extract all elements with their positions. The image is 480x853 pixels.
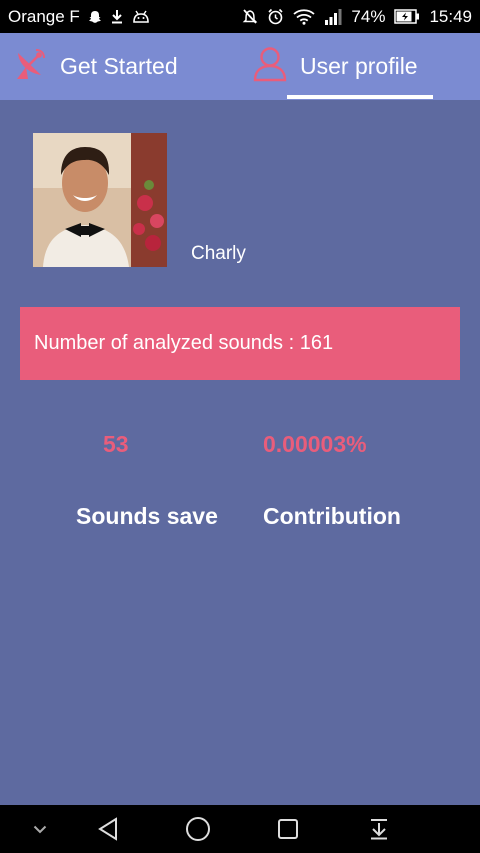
user-icon	[252, 46, 300, 88]
android-icon	[132, 10, 150, 24]
battery-percent: 74%	[351, 6, 386, 26]
tab-bar: Get Started User profile	[0, 33, 480, 100]
battery-icon	[394, 9, 420, 24]
analyzed-sounds-banner: Number of analyzed sounds : 161	[20, 307, 460, 380]
alarm-icon	[267, 8, 284, 25]
clock: 15:49	[429, 6, 472, 26]
tab-user-profile[interactable]: User profile	[252, 33, 418, 100]
wifi-icon	[293, 8, 316, 25]
tab-get-started[interactable]: Get Started	[14, 33, 178, 100]
hide-keyboard-icon[interactable]	[22, 805, 58, 853]
download-icon	[110, 9, 124, 24]
analyzed-sounds-text: Number of analyzed sounds : 161	[34, 332, 334, 354]
notifications-pull-icon[interactable]	[358, 805, 400, 853]
satellite-dish-icon	[14, 47, 60, 87]
sounds-saved-value: 53	[103, 431, 129, 457]
tab-get-started-label: Get Started	[60, 53, 178, 79]
back-icon[interactable]	[88, 805, 128, 853]
tab-user-profile-label: User profile	[300, 53, 418, 79]
active-tab-indicator	[287, 95, 433, 99]
contribution-value: 0.00003%	[263, 431, 367, 457]
status-bar: Orange F 74% 15:49	[0, 0, 480, 33]
snapchat-icon	[88, 10, 102, 24]
contribution-label: Contribution	[263, 503, 401, 529]
user-name: Charly	[191, 243, 246, 264]
home-icon[interactable]	[176, 805, 220, 853]
signal-icon	[324, 8, 342, 25]
navigation-bar	[0, 805, 480, 853]
recents-icon[interactable]	[267, 805, 309, 853]
avatar	[33, 133, 167, 267]
sounds-saved-label: Sounds save	[76, 503, 218, 529]
carrier-name: Orange F	[8, 6, 80, 26]
mute-icon	[242, 8, 258, 25]
